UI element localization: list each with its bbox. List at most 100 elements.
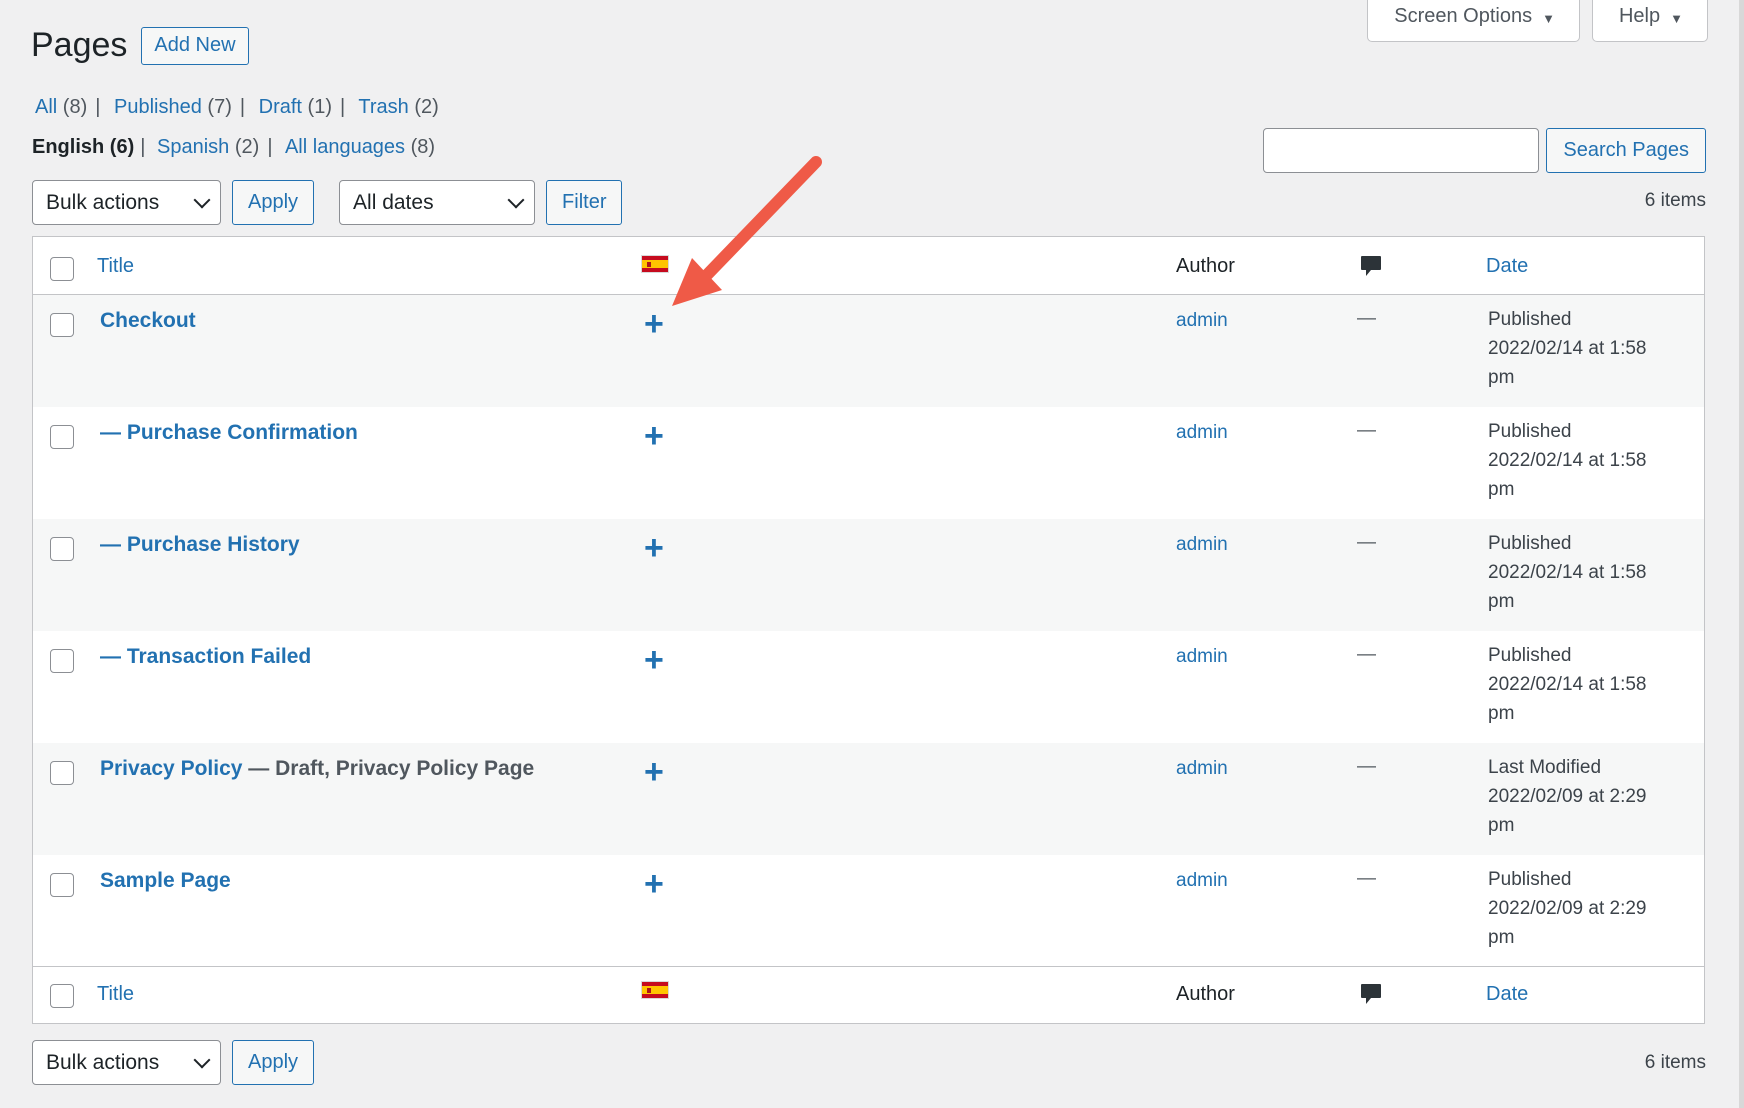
dates-select[interactable]: All dates (339, 180, 536, 225)
add-translation-icon[interactable]: + (644, 643, 664, 677)
filter-trash[interactable]: Trash (358, 96, 408, 118)
table-row: — Transaction Failed + admin — Published… (33, 631, 1704, 743)
row-title-link[interactable]: Sample Page (100, 869, 231, 893)
chevron-down-icon (507, 191, 525, 208)
column-author: Author (1176, 983, 1235, 1005)
select-all-checkbox-footer[interactable] (50, 984, 74, 1008)
language-filters: English (6) | Spanish (2) | All languages … (32, 136, 436, 158)
filter-all-count: (8) (62, 96, 88, 118)
row-checkbox[interactable] (50, 649, 74, 673)
column-date-sort[interactable]: Date (1486, 255, 1528, 278)
row-date-value: 2022/02/14 at 1:58 (1488, 674, 1647, 695)
add-translation-icon[interactable]: + (644, 867, 664, 901)
row-date-value: 2022/02/14 at 1:58 (1488, 338, 1647, 359)
row-date: Published 2022/02/14 at 1:58 pm (1488, 417, 1688, 504)
language-english[interactable]: English (6) (32, 136, 134, 158)
row-title-link[interactable]: Privacy Policy — Draft, Privacy Policy P… (100, 757, 534, 781)
comment-icon (1361, 256, 1381, 276)
row-comments: — (1357, 308, 1376, 329)
row-title-link[interactable]: — Transaction Failed (100, 645, 311, 669)
caret-down-icon: ▼ (1670, 11, 1683, 26)
page-title: Pages (31, 26, 128, 64)
add-translation-icon[interactable]: + (644, 419, 664, 453)
select-all-checkbox[interactable] (50, 257, 74, 281)
language-english-label: English (32, 136, 105, 158)
row-date-suffix: pm (1488, 367, 1515, 388)
row-author[interactable]: admin (1176, 870, 1228, 892)
add-translation-icon[interactable]: + (644, 755, 664, 789)
row-date-suffix: pm (1488, 927, 1515, 948)
row-date-suffix: pm (1488, 703, 1515, 724)
table-row: Privacy Policy — Draft, Privacy Policy P… (33, 743, 1704, 855)
search-pages-button[interactable]: Search Pages (1546, 128, 1706, 173)
row-date-value: 2022/02/14 at 1:58 (1488, 450, 1647, 471)
bulk-actions-value: Bulk actions (46, 1050, 160, 1074)
row-author[interactable]: admin (1176, 758, 1228, 780)
row-author[interactable]: admin (1176, 310, 1228, 332)
language-english-count: (6) (109, 136, 135, 158)
apply-button-bottom[interactable]: Apply (232, 1040, 315, 1085)
row-comments: — (1357, 532, 1376, 553)
row-date: Published 2022/02/14 at 1:58 pm (1488, 529, 1688, 616)
items-count-bottom: 6 items (1644, 1052, 1706, 1073)
table-footer: Title Author Date (33, 966, 1704, 1023)
language-all[interactable]: All languages (285, 136, 405, 158)
window-scrollbar[interactable] (1739, 0, 1744, 1108)
dates-value: All dates (353, 190, 434, 214)
row-date-status: Published (1488, 421, 1572, 442)
row-date-status: Published (1488, 533, 1572, 554)
row-title-link[interactable]: Checkout (100, 309, 196, 333)
row-title: — Purchase Confirmation (100, 421, 358, 444)
row-title: Checkout (100, 309, 196, 332)
apply-button[interactable]: Apply (232, 180, 315, 225)
help-button[interactable]: Help ▼ (1591, 0, 1708, 42)
row-comments: — (1357, 644, 1376, 665)
row-checkbox[interactable] (50, 873, 74, 897)
row-checkbox[interactable] (50, 537, 74, 561)
spain-flag-icon (641, 255, 669, 273)
table-row: Checkout + admin — Published 2022/02/14 … (33, 295, 1704, 407)
row-checkbox[interactable] (50, 313, 74, 337)
row-title-link[interactable]: — Purchase History (100, 533, 300, 557)
add-translation-icon[interactable]: + (644, 307, 664, 341)
row-title-link[interactable]: — Purchase Confirmation (100, 421, 358, 445)
screen-options-button[interactable]: Screen Options ▼ (1367, 0, 1580, 42)
column-author: Author (1176, 255, 1235, 277)
status-filters: All (8) | Published (7) | Draft (1) | Trash… (35, 96, 439, 118)
column-date-sort[interactable]: Date (1486, 983, 1528, 1006)
row-author[interactable]: admin (1176, 534, 1228, 556)
items-count-top: 6 items (1644, 190, 1706, 211)
filter-all[interactable]: All (35, 96, 57, 118)
add-new-button[interactable]: Add New (141, 26, 249, 65)
search-input[interactable] (1263, 128, 1540, 173)
table-row: — Purchase Confirmation + admin — Publis… (33, 407, 1704, 519)
row-author[interactable]: admin (1176, 646, 1228, 668)
screen-meta-links: Screen Options ▼ Help ▼ (1367, 0, 1708, 42)
filter-draft[interactable]: Draft (259, 96, 302, 118)
pages-table: Title Author Date Checkout + admin — Pub… (32, 236, 1705, 1024)
bulk-actions-select[interactable]: Bulk actions (32, 180, 221, 225)
row-state: — Draft, Privacy Policy Page (242, 757, 535, 780)
screen-options-label: Screen Options (1394, 5, 1533, 27)
filter-button[interactable]: Filter (546, 180, 623, 225)
row-date-suffix: pm (1488, 479, 1515, 500)
column-title-sort[interactable]: Title (97, 255, 134, 278)
row-date-suffix: pm (1488, 591, 1515, 612)
row-date-value: 2022/02/09 at 2:29 (1488, 898, 1647, 919)
add-translation-icon[interactable]: + (644, 531, 664, 565)
column-title-sort[interactable]: Title (97, 983, 134, 1006)
row-date-value: 2022/02/09 at 2:29 (1488, 786, 1647, 807)
row-comments: — (1357, 868, 1376, 889)
row-date: Published 2022/02/14 at 1:58 pm (1488, 641, 1688, 728)
filter-published[interactable]: Published (114, 96, 202, 118)
row-date-status: Published (1488, 869, 1572, 890)
bulk-actions-select-bottom[interactable]: Bulk actions (32, 1040, 221, 1085)
row-date: Published 2022/02/09 at 2:29 pm (1488, 865, 1688, 952)
row-title: Privacy Policy (100, 757, 243, 780)
row-author[interactable]: admin (1176, 422, 1228, 444)
row-checkbox[interactable] (50, 761, 74, 785)
row-checkbox[interactable] (50, 425, 74, 449)
filter-published-count: (7) (207, 96, 232, 118)
row-title: — Transaction Failed (100, 645, 312, 668)
language-spanish[interactable]: Spanish (157, 136, 229, 158)
